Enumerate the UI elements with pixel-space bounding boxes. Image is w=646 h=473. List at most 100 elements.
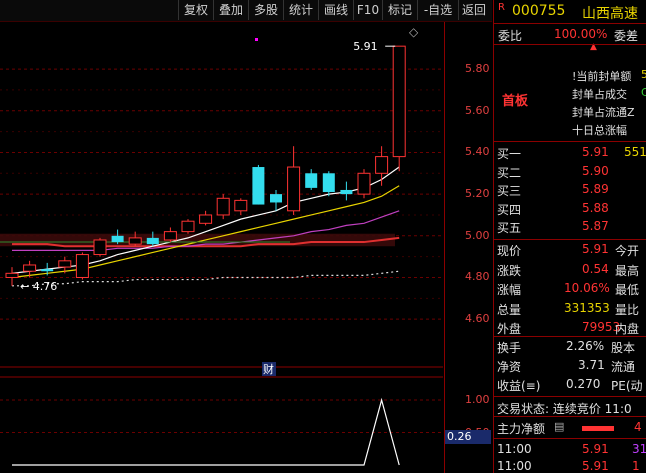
tick-price-0: 5.91: [582, 442, 609, 456]
toolbar-button-1[interactable]: 叠加: [213, 0, 248, 20]
toolbar-button-8[interactable]: 返回: [458, 0, 489, 20]
candle-body: [234, 199, 248, 212]
bid-label-1: 买二: [497, 165, 522, 180]
fund-value-2: 0.270: [566, 377, 601, 391]
bid-label-4: 买五: [497, 221, 522, 235]
candle-body: [375, 156, 389, 174]
fund-label2-1: 流通: [611, 360, 636, 374]
y-tick-3: 5.20: [465, 187, 490, 201]
net-value-4: 4: [634, 420, 642, 434]
fund-value-0: 2.26%: [566, 339, 605, 353]
net-bar: [582, 426, 614, 431]
candle-body: [146, 237, 159, 245]
bid-label-2: 买三: [497, 184, 522, 198]
y-tick-4: 5.00: [465, 228, 490, 242]
seal-stat-val-1: C: [641, 86, 646, 99]
fund-label-1: 净资: [497, 360, 522, 374]
seal-stat-val-0: 5: [641, 68, 646, 81]
candle-body: [199, 214, 213, 224]
candle-body: [270, 194, 282, 203]
toolbar-button-6[interactable]: 标记: [382, 0, 417, 20]
resistance-band: [0, 233, 395, 247]
candle-body: [305, 173, 318, 188]
quote-label2-2: 最低: [615, 283, 640, 297]
quote-label-2: 涨幅: [497, 283, 522, 297]
tick-time-1: 11:00: [497, 459, 532, 473]
toolbar-button-3[interactable]: 统计: [283, 0, 318, 20]
bid-label-3: 买四: [497, 202, 522, 217]
candle-body: [58, 260, 72, 268]
main-net-label: 主力净额: [497, 422, 546, 436]
wei-bi-label: 委比: [498, 29, 523, 43]
wei-cha-label: 委差: [614, 29, 639, 43]
quote-label2-4: 内盘: [615, 322, 640, 336]
ma-dotted-line: [12, 270, 400, 287]
candle-body: [111, 235, 124, 243]
toolbar-button-2[interactable]: 多股: [248, 0, 283, 20]
candle-body: [41, 269, 54, 272]
quote-label-1: 涨跌: [497, 263, 522, 278]
quote-value-2: 10.06%: [564, 281, 610, 295]
candle-body: [216, 197, 230, 216]
candle-body: [322, 173, 335, 193]
bid-price-1: 5.90: [582, 163, 609, 178]
y-tick-0: 5.80: [465, 62, 490, 76]
toolbar-button-0[interactable]: 复权: [178, 0, 213, 20]
ind-tick-0: 1.00: [465, 393, 490, 406]
fund-value-1: 3.71: [578, 358, 605, 372]
candle-body: [340, 189, 353, 195]
y-tick-2: 5.40: [465, 145, 490, 159]
seal-stat-2: 封单占流通Z: [572, 106, 635, 119]
indicator-value-badge: 0.26: [445, 430, 491, 444]
quote-label-0: 现价: [497, 244, 522, 258]
candle-body: [128, 237, 142, 245]
candle-body: [357, 172, 371, 195]
toolbar-button-4[interactable]: 画线: [318, 0, 353, 20]
bid-price-2: 5.89: [582, 182, 609, 196]
y-tick-6: 4.60: [465, 312, 490, 326]
marker-dot: [255, 38, 258, 41]
finance-marker: 财: [263, 362, 274, 376]
candle-body: [252, 167, 265, 205]
stock-name: 山西高速: [582, 6, 638, 22]
r-badge: R: [498, 2, 510, 16]
quote-label2-1: 最高: [615, 263, 640, 278]
high-price-label: 5.91: [353, 40, 378, 53]
quote-value-3: 331353: [564, 300, 610, 315]
candle-body: [75, 254, 89, 278]
tick-time-0: 11:00: [497, 442, 532, 456]
candle-body: [163, 231, 177, 241]
price-axis: 5.805.605.405.205.004.804.601.000.500.26: [444, 22, 493, 473]
candle-body: [392, 45, 406, 158]
wei-bi-value: 100.00%: [554, 27, 608, 41]
list-icon[interactable]: ▤: [554, 420, 564, 433]
bid-price-3: 5.88: [582, 200, 609, 215]
quote-label2-3: 量比: [615, 302, 640, 317]
candle-body: [5, 272, 19, 278]
fund-label2-0: 股本: [611, 341, 636, 355]
seal-stat-0: !当前封单额: [572, 70, 632, 83]
candle-body: [287, 166, 301, 212]
candle-body: [181, 220, 195, 233]
quote-value-1: 0.54: [582, 261, 609, 276]
fund-label2-2: PE(动: [611, 379, 643, 393]
chart-toolbar: 复权 叠加 多股 统计 画线 F10 标记 -自选 返回: [0, 0, 492, 22]
bid-label-0: 买一: [497, 147, 522, 161]
trade-status: 交易状态: 连续竞价 11:0: [497, 402, 632, 416]
toolbar-button-5[interactable]: F10: [353, 0, 382, 20]
quote-label2-0: 今开: [615, 244, 640, 258]
diamond-icon: ◇: [409, 25, 419, 39]
bid-vol-0: 551: [624, 145, 646, 159]
toolbar-button-7[interactable]: -自选: [417, 0, 458, 20]
quote-panel: R 000755 山西高速 委比 100.00% 委差 ▲ 首板 !当前封单额 5…: [493, 0, 646, 473]
tick-price-1: 5.91: [582, 459, 609, 473]
board-tag: 首板: [502, 94, 529, 109]
candle-body: [23, 264, 37, 272]
tick-vol-0: 31: [632, 442, 646, 456]
kline-chart[interactable]: 5.91 ← 4.76 ◇ 财: [0, 22, 443, 473]
low-price-label: ← 4.76: [20, 280, 57, 293]
bid-price-4: 5.87: [582, 219, 609, 233]
seal-stat-3: 十日总涨幅: [572, 124, 627, 137]
tick-vol-1: 1: [632, 459, 640, 473]
candle-body: [93, 239, 107, 256]
